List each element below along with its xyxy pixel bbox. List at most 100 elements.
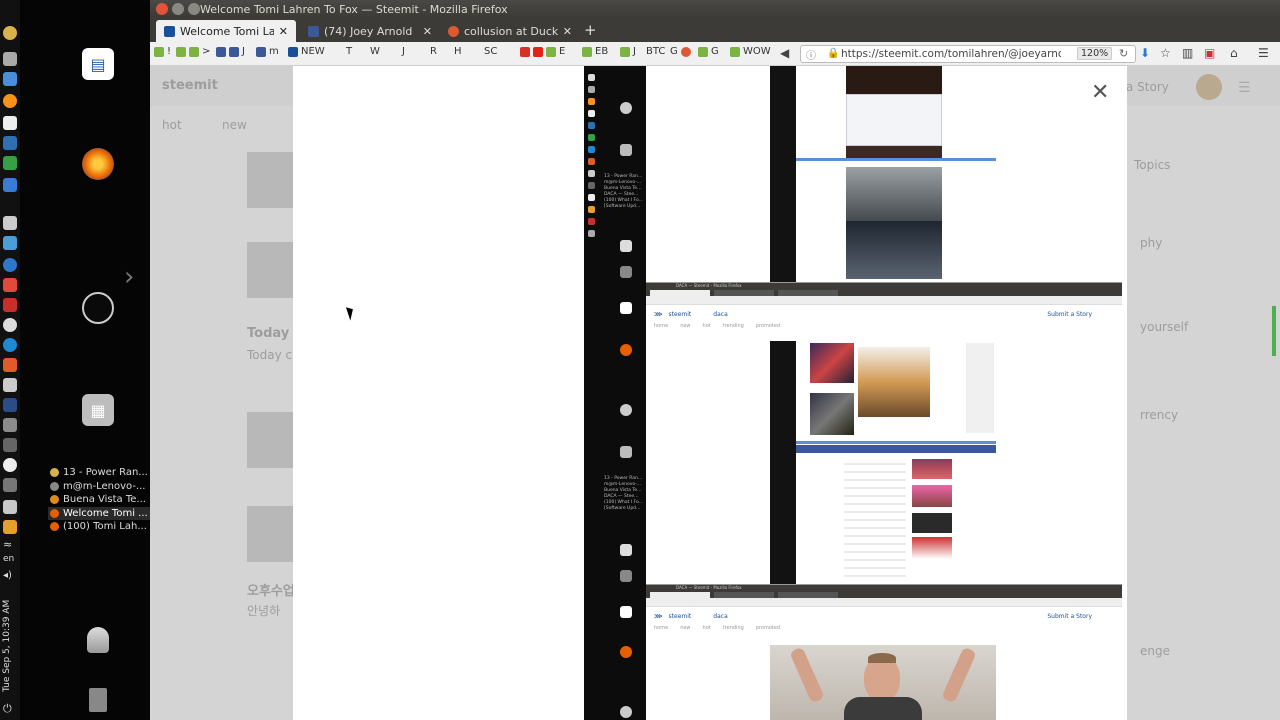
app-icon[interactable] — [3, 52, 17, 66]
firefox-icon[interactable] — [82, 148, 114, 180]
grid-icon[interactable] — [3, 178, 17, 192]
maximize-window-button[interactable] — [188, 3, 200, 15]
bookmark-folder[interactable]: EB — [582, 46, 608, 57]
close-tab-icon[interactable]: ✕ — [423, 25, 432, 38]
bookmark-folder[interactable]: NEW — [288, 46, 325, 57]
video-icon[interactable] — [3, 298, 17, 312]
tab-joey-arnold[interactable]: (74) Joey Arnold ✕ — [300, 20, 440, 42]
nested-header: ⋙ steemit daca Submit a Story — [646, 607, 1122, 625]
volume-icon[interactable]: ◂) — [3, 570, 17, 584]
url-bar[interactable]: ⓘ 🔒 https://steemit.com/tomilahren/@joey… — [800, 45, 1136, 63]
shield-icon[interactable] — [3, 358, 17, 372]
task-item[interactable]: Buena Vista Te... — [48, 493, 150, 507]
scrollbar-thumb[interactable] — [1272, 306, 1276, 356]
bookmark-folder[interactable]: > — [176, 46, 210, 57]
camera-icon[interactable] — [3, 318, 17, 332]
app-icon — [588, 146, 595, 153]
nested-photo — [846, 167, 942, 221]
menu-icon[interactable]: ☰ — [1258, 46, 1269, 60]
nested-page — [796, 66, 996, 158]
app-icon[interactable] — [3, 520, 17, 534]
reload-icon[interactable]: ↻ — [1119, 47, 1128, 60]
back-icon[interactable]: ◀ — [780, 46, 789, 60]
nested-nav-item: hot — [702, 323, 711, 329]
window-icon[interactable] — [3, 378, 17, 392]
person-icon[interactable] — [82, 624, 114, 656]
ubuntu-icon[interactable] — [82, 292, 114, 324]
bookmark-folder[interactable]: G — [670, 46, 691, 57]
bookmark-folder[interactable]: J — [620, 46, 636, 57]
terminal-icon[interactable] — [3, 136, 17, 150]
upload-icon[interactable] — [3, 72, 17, 86]
trash-icon[interactable] — [82, 684, 114, 716]
nested-dock-strip — [770, 341, 796, 585]
url-text[interactable]: https://steemit.com/tomilahren/@joeyarno… — [841, 48, 1061, 60]
facebook-icon — [229, 46, 239, 57]
network-icon[interactable] — [3, 236, 17, 250]
bookmark-folder[interactable]: W — [370, 46, 380, 57]
bookmark-folder[interactable]: H — [454, 46, 462, 57]
chrome-icon[interactable] — [3, 458, 17, 472]
bookmark-folder[interactable]: BTC — [646, 46, 665, 57]
bookmark-folder[interactable]: ! — [154, 46, 171, 57]
files-icon[interactable] — [3, 216, 17, 230]
coin-icon[interactable] — [3, 26, 17, 40]
nested-window: DACA — Steemit - Mozilla Firefox ⋙ steem… — [646, 584, 1122, 720]
close-lightbox-button[interactable]: ✕ — [1091, 80, 1109, 105]
wifi-icon[interactable]: ≈ — [3, 538, 17, 552]
bookmark-folder[interactable]: T — [346, 46, 352, 57]
bookmark-label: WOW — [743, 46, 771, 57]
youtube-icon[interactable]: ▣ — [1204, 46, 1215, 60]
nested-photo — [912, 459, 952, 479]
spreadsheet-icon[interactable] — [3, 156, 17, 170]
app-icon[interactable] — [3, 500, 17, 514]
task-item[interactable]: 13 - Power Ran... — [48, 466, 150, 480]
nested-photo — [846, 66, 942, 94]
task-item[interactable]: m@m-Lenovo-... — [48, 480, 150, 494]
app-icon[interactable] — [3, 478, 17, 492]
power-icon[interactable]: ⏻ — [3, 702, 17, 716]
bookmark-folder[interactable]: G — [698, 46, 719, 57]
info-icon[interactable]: ⓘ — [806, 47, 816, 62]
archive-icon[interactable]: ▦ — [82, 394, 114, 426]
browser-icon[interactable] — [3, 258, 17, 272]
archive-icon — [620, 446, 632, 458]
minimize-window-button[interactable] — [172, 3, 184, 15]
tab-label: Welcome Tomi Lahren — [180, 24, 274, 38]
tab-duckduckgo[interactable]: collusion at DuckDuck ✕ — [440, 20, 580, 42]
tab-welcome-tomi[interactable]: Welcome Tomi Lahren ✕ — [156, 20, 296, 42]
bookmark-folder[interactable]: WOW — [730, 46, 771, 57]
bookmark-folder[interactable]: E — [520, 46, 565, 57]
library-icon[interactable]: ▥ — [1182, 46, 1193, 60]
monitor-icon[interactable] — [3, 278, 17, 292]
nested-photo — [810, 343, 854, 383]
zoom-level[interactable]: 120% — [1077, 47, 1113, 60]
document-icon[interactable] — [3, 116, 17, 130]
bitcoin-icon[interactable] — [3, 94, 17, 108]
nested-bar — [796, 441, 996, 444]
bookmark-star-icon[interactable]: ☆ — [1160, 46, 1171, 60]
system-tray: ≈ en ◂) Tue Sep 5, 10:39 AM ⏻ — [0, 0, 20, 720]
close-window-button[interactable] — [156, 3, 168, 15]
close-tab-icon[interactable]: ✕ — [279, 25, 288, 38]
download-icon[interactable]: ⬇ — [1140, 46, 1150, 60]
bookmark-folder[interactable]: J — [216, 46, 245, 57]
system-clock[interactable]: Tue Sep 5, 10:39 AM — [2, 596, 18, 692]
atom-icon[interactable] — [3, 338, 17, 352]
home-icon[interactable]: ⌂ — [1230, 46, 1238, 60]
close-tab-icon[interactable]: ✕ — [563, 25, 572, 38]
task-item[interactable]: Welcome Tomi ... — [48, 506, 150, 520]
bookmark-folder[interactable]: J — [402, 46, 405, 57]
new-tab-icon[interactable]: + — [584, 21, 597, 39]
firefox-window: Welcome Tomi Lahren To Fox — Steemit - M… — [150, 0, 1280, 720]
document-icon[interactable]: ▤ — [82, 48, 114, 80]
task-item[interactable]: (100) Tomi Lah... — [48, 520, 150, 534]
bookmark-folder[interactable]: SC — [484, 46, 497, 57]
app-icon[interactable] — [3, 398, 17, 412]
bookmark-folder[interactable]: m — [256, 46, 279, 57]
bookmark-folder[interactable]: R — [430, 46, 437, 57]
keyboard-language[interactable]: en — [3, 554, 14, 564]
app-icon[interactable] — [3, 418, 17, 432]
chevron-right-icon[interactable]: › — [124, 262, 134, 292]
app-icon[interactable] — [3, 438, 17, 452]
